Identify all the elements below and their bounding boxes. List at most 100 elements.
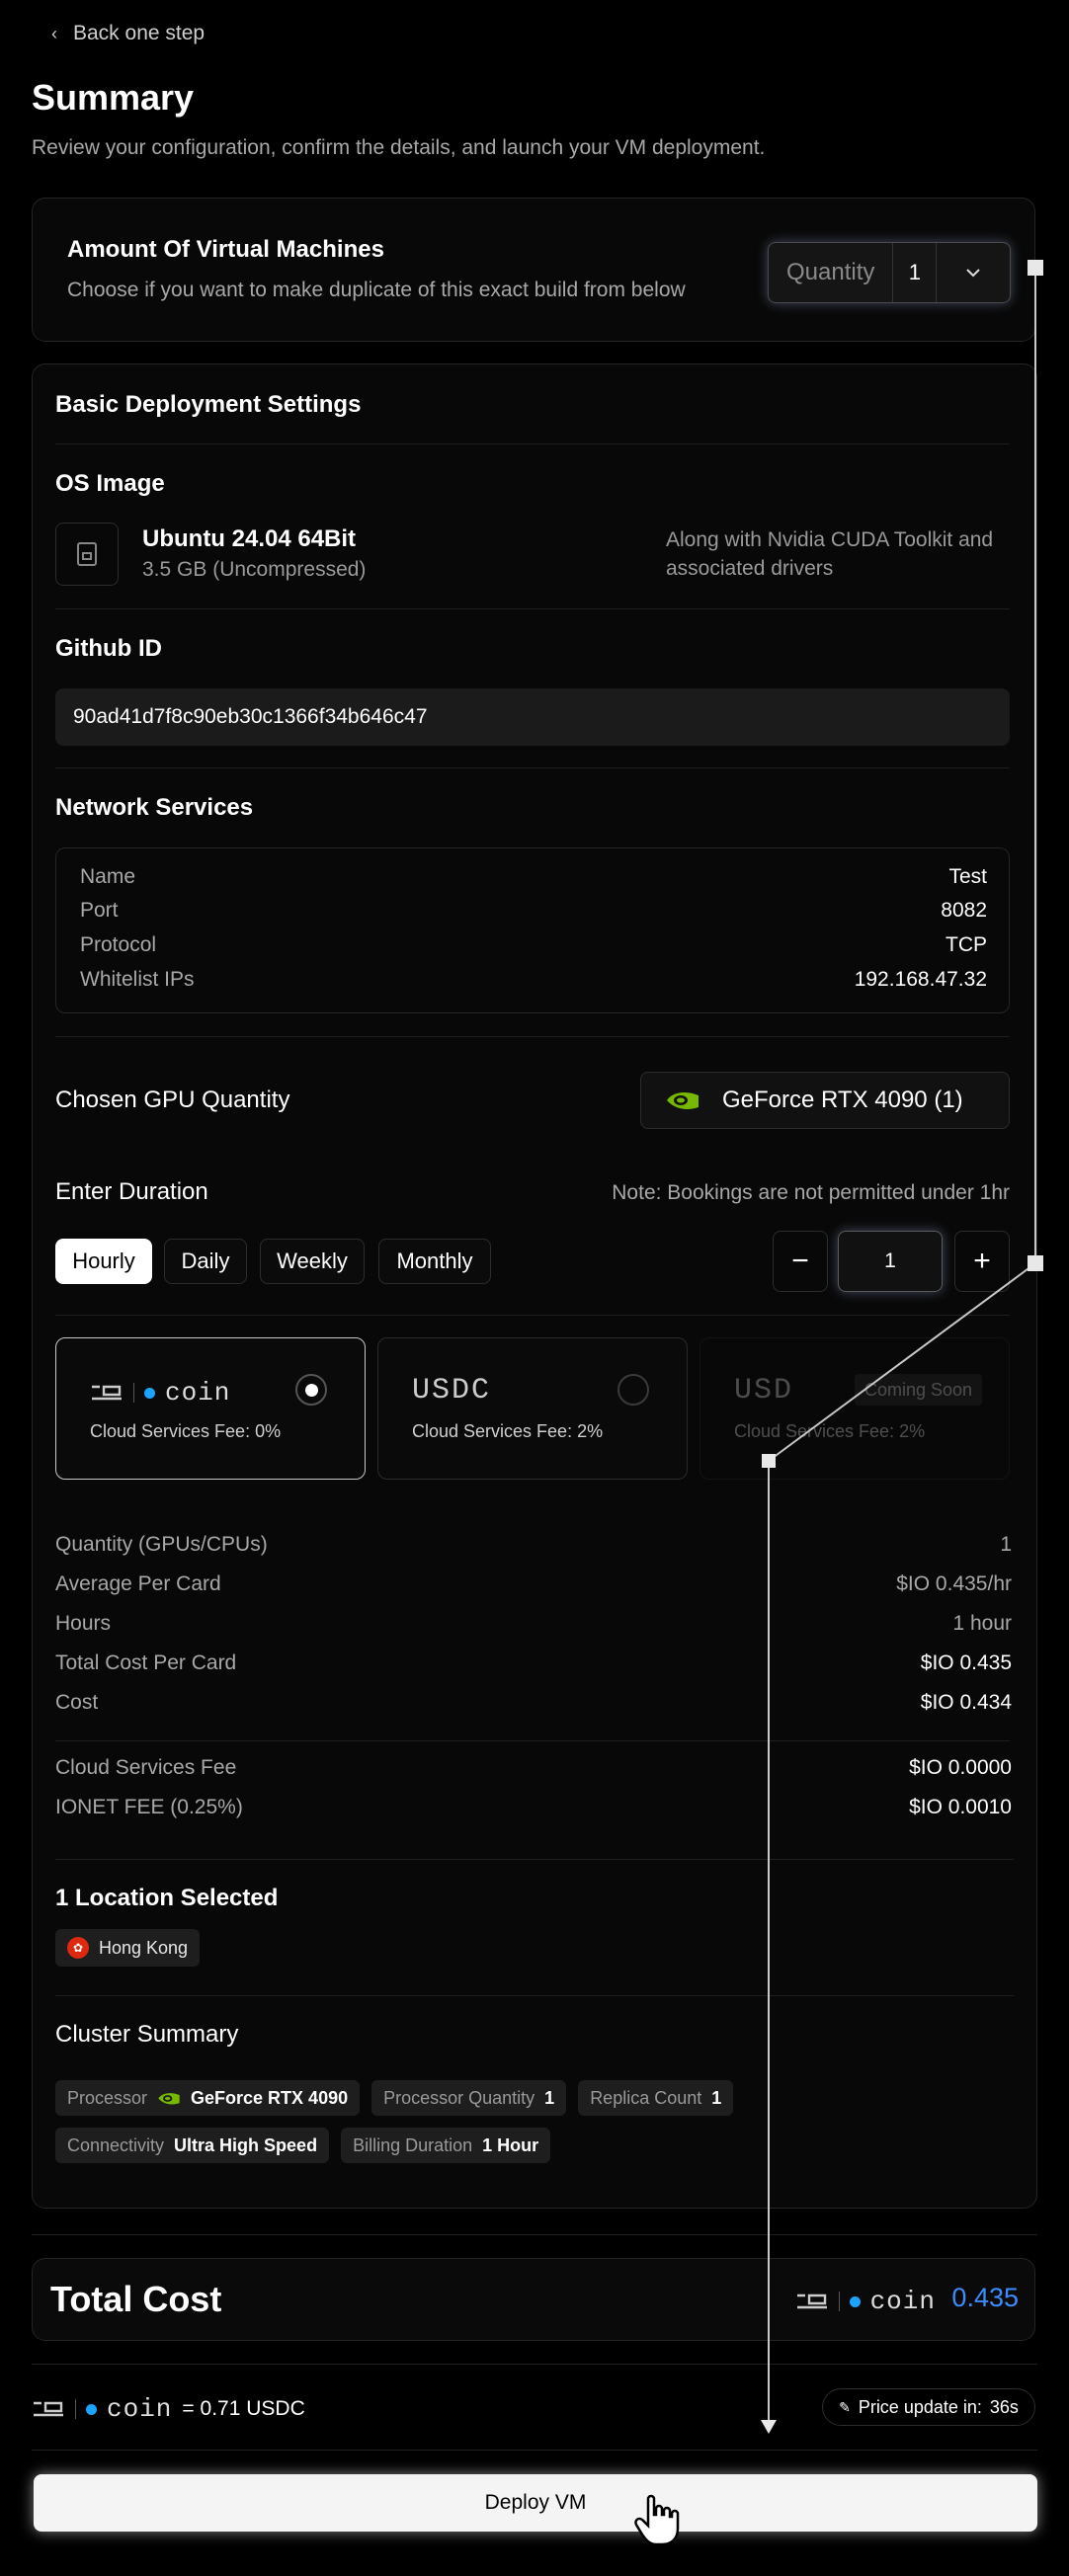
gpu-chip-label: GeForce RTX 4090 (1) — [722, 1087, 963, 1113]
quantity-select[interactable]: Quantity 1 — [768, 242, 1011, 303]
cost-value: $IO 0.434 — [920, 1691, 1012, 1714]
cost-label: Average Per Card — [55, 1572, 221, 1595]
github-id-value: 90ad41d7f8c90eb30c1366f34b646c47 — [73, 705, 428, 728]
cost-row: Cost $IO 0.434 — [55, 1691, 1012, 1715]
coin-wordmark: coin — [165, 1378, 231, 1408]
payment-option-usd: USD Coming Soon Cloud Services Fee: 2% — [699, 1337, 1010, 1480]
divider — [32, 2234, 1037, 2235]
cost-row: Quantity (GPUs/CPUs) 1 — [55, 1533, 1012, 1557]
processor-quantity-value: 1 — [544, 2087, 555, 2108]
duration-daily-button[interactable]: Daily — [164, 1239, 247, 1284]
plus-icon: + — [973, 1245, 991, 1277]
cost-label: Hours — [55, 1612, 112, 1635]
cluster-summary-title: Cluster Summary — [55, 2021, 239, 2048]
tag-icon: ✎ — [839, 2398, 851, 2415]
divider — [55, 1315, 1010, 1316]
duration-note: Note: Bookings are not permitted under 1… — [612, 1181, 1010, 1204]
fee-value: $IO 0.0010 — [909, 1796, 1012, 1818]
processor-tag-label: Processor — [67, 2087, 148, 2108]
page-subtitle: Review your configuration, confirm the d… — [32, 136, 766, 159]
fee-value: $IO 0.0000 — [909, 1756, 1012, 1779]
processor-tag-value: GeForce RTX 4090 — [191, 2087, 349, 2108]
deploy-vm-button[interactable]: Deploy VM — [34, 2474, 1037, 2532]
cost-label: Total Cost Per Card — [55, 1651, 237, 1674]
os-image-title: OS Image — [55, 470, 165, 497]
duration-plus-button[interactable]: + — [954, 1231, 1010, 1292]
duration-value: 1 — [884, 1249, 896, 1272]
os-icon — [55, 523, 119, 586]
processor-quantity-tag: Processor Quantity 1 — [371, 2080, 567, 2116]
hong-kong-flag-icon: ✿ — [67, 1937, 89, 1959]
divider — [55, 1740, 1010, 1741]
network-value: Test — [948, 865, 987, 888]
total-cost-label: Total Cost — [50, 2279, 222, 2319]
io-logo-icon — [92, 1385, 122, 1401]
billing-duration-value: 1 Hour — [482, 2134, 539, 2155]
coin-dot-icon — [849, 2295, 861, 2307]
logo-divider — [133, 1383, 134, 1403]
divider — [55, 608, 1010, 609]
vm-amount-description: Choose if you want to make duplicate of … — [67, 279, 686, 301]
cluster-tags-row-1: Processor GeForce RTX 4090 Processor Qua… — [55, 2080, 734, 2116]
fee-label: IONET FEE (0.25%) — [55, 1796, 243, 1818]
network-label: Port — [80, 899, 119, 922]
connectivity-tag: Connectivity Ultra High Speed — [55, 2128, 330, 2163]
github-id-field[interactable]: 90ad41d7f8c90eb30c1366f34b646c47 — [55, 688, 1010, 746]
cost-value: 1 hour — [952, 1612, 1012, 1635]
basic-settings-title: Basic Deployment Settings — [55, 391, 362, 418]
coin-dot-icon — [86, 2403, 97, 2415]
payment-radio-selected[interactable] — [295, 1374, 327, 1406]
price-update-countdown: 36s — [989, 2396, 1019, 2417]
network-row-protocol: Protocol TCP — [80, 933, 987, 957]
exchange-rate-text: = 0.71 USDC — [182, 2397, 305, 2420]
payment-fee: Cloud Services Fee: 2% — [734, 1421, 926, 1441]
back-link[interactable]: ‹ Back one step — [51, 22, 205, 45]
fee-row: IONET FEE (0.25%) $IO 0.0010 — [55, 1796, 1012, 1819]
network-row-name: Name Test — [80, 865, 987, 889]
vm-amount-card: Amount Of Virtual Machines Choose if you… — [32, 198, 1035, 342]
nvidia-icon — [158, 2092, 180, 2104]
replica-count-label: Replica Count — [590, 2087, 702, 2108]
network-title: Network Services — [55, 794, 254, 821]
duration-input[interactable]: 1 — [838, 1231, 943, 1292]
quantity-value: 1 — [893, 243, 938, 302]
gpu-chip: GeForce RTX 4090 (1) — [640, 1072, 1010, 1129]
divider — [55, 767, 1010, 768]
divider — [55, 1036, 1010, 1037]
divider — [55, 443, 1010, 444]
chevron-down-icon — [937, 268, 1010, 278]
duration-minus-button[interactable]: − — [773, 1231, 828, 1292]
cost-row: Hours 1 hour — [55, 1612, 1012, 1636]
radio-dot — [304, 1383, 318, 1397]
cost-row: Total Cost Per Card $IO 0.435 — [55, 1651, 1012, 1675]
os-size: 3.5 GB (Uncompressed) — [142, 558, 367, 581]
quantity-label: Quantity — [769, 243, 894, 302]
billing-duration-label: Billing Duration — [353, 2134, 473, 2155]
payment-option-usdc[interactable]: USDC Cloud Services Fee: 2% — [377, 1337, 688, 1480]
cost-row: Average Per Card $IO 0.435/hr — [55, 1572, 1012, 1596]
cost-value: 1 — [1000, 1533, 1012, 1556]
duration-hourly-button[interactable]: Hourly — [55, 1239, 152, 1284]
vm-amount-title: Amount Of Virtual Machines — [67, 236, 384, 263]
cost-value: $IO 0.435 — [920, 1651, 1012, 1674]
network-label: Name — [80, 865, 136, 888]
price-update-badge: ✎ Price update in: 36s — [822, 2388, 1035, 2426]
os-note: Along with Nvidia CUDA Toolkit and assoc… — [666, 528, 994, 580]
price-update-label: Price update in: — [858, 2396, 982, 2417]
cluster-tags-row-2: Connectivity Ultra High Speed Billing Du… — [55, 2128, 551, 2163]
duration-weekly-button[interactable]: Weekly — [260, 1239, 365, 1284]
divider — [32, 2450, 1037, 2451]
gpu-quantity-title: Chosen GPU Quantity — [55, 1087, 290, 1113]
github-title: Github ID — [55, 635, 162, 662]
network-label: Whitelist IPs — [80, 968, 195, 991]
cost-label: Quantity (GPUs/CPUs) — [55, 1533, 268, 1556]
payment-radio[interactable] — [617, 1374, 649, 1406]
divider — [55, 1995, 1014, 1996]
deploy-vm-label: Deploy VM — [484, 2491, 587, 2514]
coin-dot-icon — [144, 1387, 155, 1399]
payment-fee: Cloud Services Fee: 0% — [90, 1421, 282, 1441]
duration-monthly-button[interactable]: Monthly — [378, 1239, 491, 1284]
payment-option-io-coin[interactable]: coin Cloud Services Fee: 0% — [55, 1337, 366, 1480]
fee-row: Cloud Services Fee $IO 0.0000 — [55, 1756, 1012, 1780]
location-title: 1 Location Selected — [55, 1885, 279, 1911]
